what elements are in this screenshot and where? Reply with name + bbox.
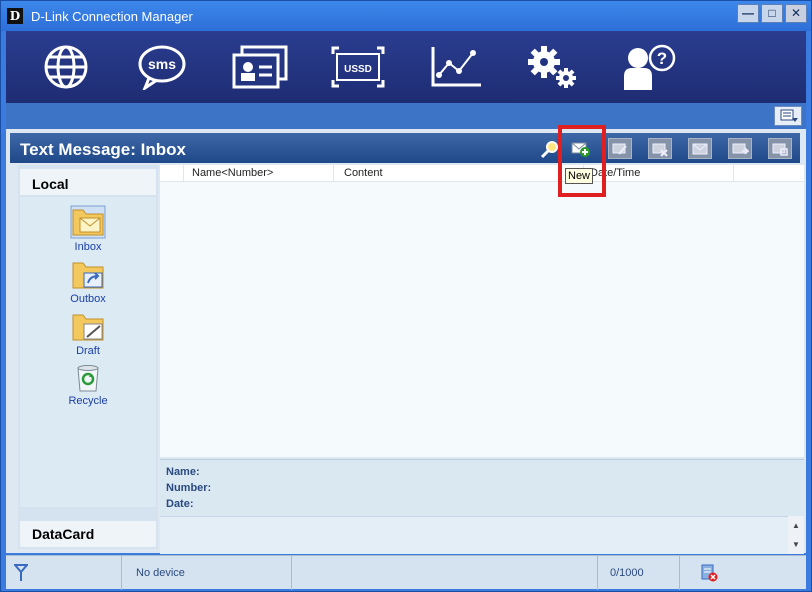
message-body-area[interactable] <box>160 516 804 554</box>
delete-message-icon <box>652 143 668 157</box>
save-message-button[interactable] <box>768 138 792 159</box>
panel-toggle-icon <box>780 109 798 122</box>
detail-number-label: Number: <box>166 482 212 494</box>
outbox-folder-icon <box>72 262 104 289</box>
message-list-header: Name<Number> Content Date/Time <box>160 165 804 182</box>
folder-outbox[interactable]: Outbox <box>60 261 116 305</box>
folder-sidebar: Local Inbox Outbox Draft Recycle DataCar… <box>18 165 158 549</box>
scroll-up-arrow[interactable]: ▲ <box>788 516 804 535</box>
globe-icon <box>44 45 88 89</box>
status-message-cell <box>292 556 598 590</box>
folder-list: Inbox Outbox Draft Recycle <box>20 197 156 507</box>
app-logo: D <box>7 8 23 24</box>
detail-scrollbar[interactable]: ▲ ▼ <box>788 516 804 554</box>
sms-panel: Text Message: Inbox Local Inbox Outbox D… <box>6 129 806 554</box>
save-message-icon <box>772 143 788 156</box>
reply-message-icon <box>692 143 708 154</box>
sms-count: 0/1000 <box>598 556 680 590</box>
page-title: Text Message: Inbox <box>20 140 186 159</box>
user-help-icon: ? <box>624 44 676 90</box>
contact-card-icon <box>232 45 288 89</box>
help-button[interactable]: ? <box>616 39 680 95</box>
delete-message-button[interactable] <box>648 138 672 159</box>
folder-draft[interactable]: Draft <box>60 313 116 357</box>
no-sim-icon <box>701 564 718 582</box>
reply-message-button[interactable] <box>688 138 712 159</box>
draft-label: Draft <box>76 345 100 357</box>
inbox-label: Inbox <box>74 241 102 253</box>
sms-bubble-icon: sms <box>138 45 186 90</box>
signal-cell <box>6 556 122 590</box>
svg-text:?: ? <box>657 49 667 68</box>
folder-inbox[interactable]: Inbox <box>60 205 116 253</box>
device-status: No device <box>122 556 292 590</box>
statistics-button[interactable] <box>424 39 488 95</box>
window-title: D-Link Connection Manager <box>31 9 193 24</box>
recycle-bin-icon <box>77 365 99 392</box>
local-section-title: Local <box>20 169 156 195</box>
folder-recycle[interactable]: Recycle <box>60 363 116 407</box>
inbox-folder-icon <box>70 205 106 239</box>
column-date-time[interactable]: Date/Time <box>584 165 734 182</box>
contacts-button[interactable] <box>228 39 292 95</box>
select-column-header[interactable] <box>160 165 184 182</box>
message-list[interactable]: Name<Number> Content Date/Time <box>160 165 804 457</box>
view-toggle-button[interactable] <box>774 106 802 126</box>
app-window: D D-Link Connection Manager — □ ✕ sms US… <box>0 0 812 592</box>
main-toolbar: sms USSD ? <box>6 31 806 103</box>
edit-message-button[interactable] <box>608 138 632 159</box>
close-button[interactable]: ✕ <box>785 4 807 23</box>
highlight-box <box>558 125 606 197</box>
sub-toolbar <box>6 103 806 129</box>
ussd-button[interactable]: USSD <box>326 39 390 95</box>
status-bar: No device 0/1000 <box>6 555 806 590</box>
gears-icon <box>528 46 576 88</box>
scroll-down-arrow[interactable]: ▼ <box>788 535 804 554</box>
search-icon <box>540 141 558 159</box>
signal-antenna-icon <box>12 564 30 581</box>
ussd-icon: USSD <box>331 46 385 88</box>
forward-message-icon <box>732 143 749 155</box>
edit-message-icon <box>612 143 627 155</box>
column-name-number[interactable]: Name<Number> <box>184 165 334 182</box>
minimize-button[interactable]: — <box>737 4 759 23</box>
recycle-label: Recycle <box>68 395 108 407</box>
detail-date-label: Date: <box>166 498 194 510</box>
message-detail-pane: Name: Number: Date: ▲ ▼ <box>160 459 804 554</box>
maximize-button[interactable]: □ <box>761 4 783 23</box>
internet-button[interactable] <box>34 39 98 95</box>
settings-button[interactable] <box>520 39 584 95</box>
draft-folder-icon <box>72 314 104 341</box>
sms-button[interactable]: sms <box>130 39 194 95</box>
sim-status-cell <box>680 556 806 590</box>
datacard-section-title[interactable]: DataCard <box>20 521 156 547</box>
forward-message-button[interactable] <box>728 138 752 159</box>
outbox-label: Outbox <box>70 293 106 305</box>
title-bar[interactable]: D D-Link Connection Manager — □ ✕ <box>1 1 811 31</box>
column-content[interactable]: Content <box>334 165 584 182</box>
svg-text:USSD: USSD <box>344 64 372 75</box>
inbox-header: Text Message: Inbox <box>10 133 800 163</box>
search-button[interactable] <box>540 139 560 159</box>
svg-text:sms: sms <box>148 56 176 72</box>
detail-name-label: Name: <box>166 466 200 478</box>
line-chart-icon <box>431 47 481 87</box>
